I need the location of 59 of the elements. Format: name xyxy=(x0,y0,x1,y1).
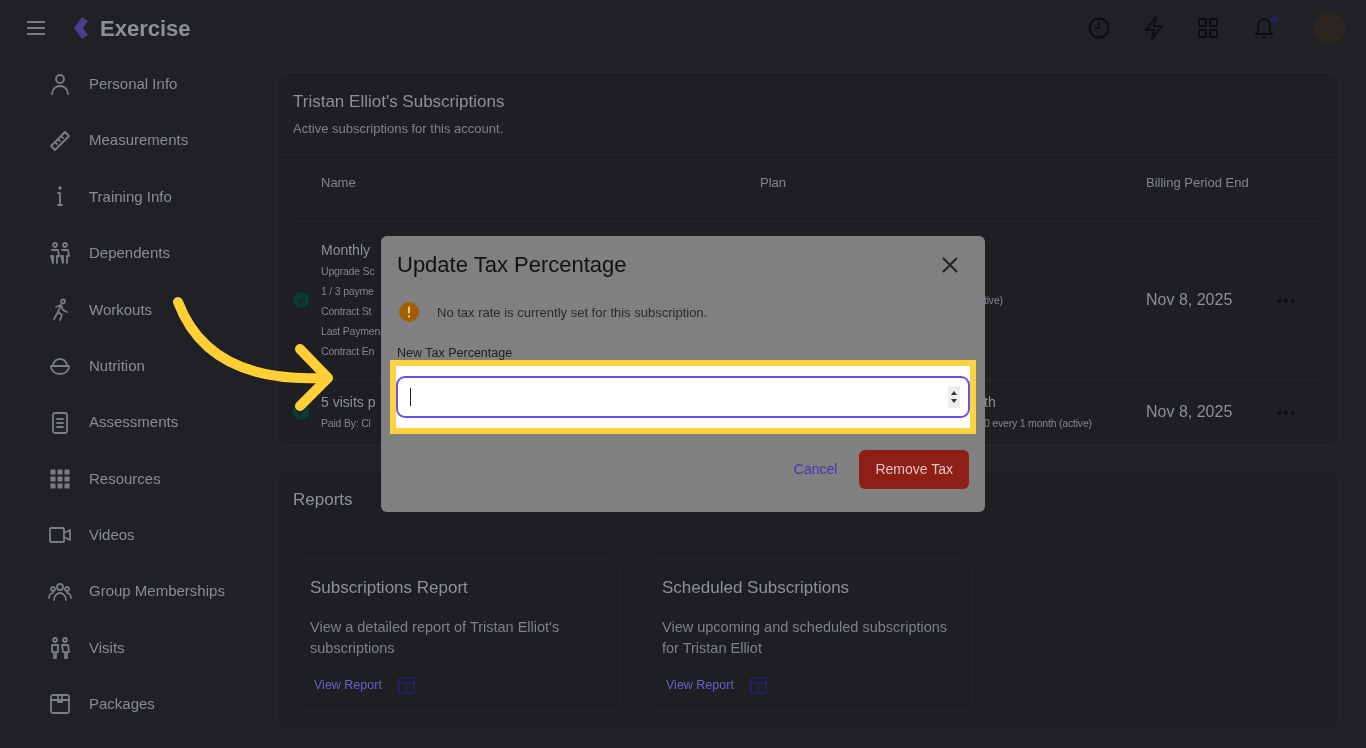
table-icon xyxy=(749,676,767,694)
box-icon xyxy=(48,692,72,717)
sidebar-item[interactable]: Personal Info xyxy=(89,72,178,96)
info-icon xyxy=(57,186,63,208)
dots-grid-icon xyxy=(48,466,72,491)
ruler-icon xyxy=(48,128,72,153)
plan-detail: tive) xyxy=(984,293,1004,308)
two-people-icon xyxy=(48,636,72,661)
spinner-icon[interactable] xyxy=(948,386,960,409)
check-circle-icon xyxy=(293,404,309,420)
app-name: Exercise xyxy=(100,14,191,43)
sidebar-item[interactable]: Group Memberships xyxy=(89,580,225,603)
bell-icon[interactable] xyxy=(1252,15,1280,41)
check-circle-icon xyxy=(293,292,309,308)
subscription-detail: 1 / 3 payme xyxy=(321,283,375,299)
panel-title: Reports xyxy=(293,488,354,511)
panel-subtitle: Active subscriptions for this account. xyxy=(293,119,505,138)
card-description: View upcoming and scheduled subscriptions for Tristan Elliot xyxy=(662,617,949,659)
view-report-link[interactable]: View Report xyxy=(666,676,734,695)
warning-icon xyxy=(399,302,419,323)
subscription-name: 5 visits p xyxy=(321,392,377,412)
subscription-detail: Upgrade Sc xyxy=(321,263,376,279)
subscription-detail: Paid By: Cl xyxy=(321,415,372,431)
notice-text: No tax rate is currently set for this subscription. xyxy=(437,303,708,322)
panel-title: Tristan Elliot's Subscriptions xyxy=(293,91,506,113)
text-cursor xyxy=(410,388,411,407)
sidebar-item[interactable]: Videos xyxy=(89,524,135,547)
sidebar-item[interactable]: Packages xyxy=(89,693,155,716)
two-people-icon xyxy=(48,241,72,266)
card-description: View a detailed report of Tristan Elliot's subscriptions xyxy=(310,617,561,659)
table-icon xyxy=(397,676,415,694)
view-report-link[interactable]: View Report xyxy=(314,676,382,695)
sidebar-item[interactable]: Dependents xyxy=(89,242,170,265)
sidebar-item[interactable]: Assessments xyxy=(89,411,179,434)
remove-tax-button[interactable]: Remove Tax xyxy=(859,450,969,490)
card-title: Subscriptions Report xyxy=(310,577,469,599)
billing-date: Nov 8, 2025 xyxy=(1146,290,1234,310)
column-header: Plan xyxy=(760,174,788,192)
menu-icon[interactable] xyxy=(26,20,46,36)
field-label: New Tax Percentage xyxy=(397,346,514,361)
card-title: Scheduled Subscriptions xyxy=(662,577,851,599)
sidebar-item[interactable]: Measurements xyxy=(89,129,189,152)
person-icon xyxy=(48,72,72,97)
sidebar-item[interactable]: Resources xyxy=(89,467,161,491)
tax-percentage-field[interactable] xyxy=(396,376,970,419)
modal-title: Update Tax Percentage xyxy=(397,252,627,279)
subscription-detail: Contract En xyxy=(321,343,376,359)
subscription-name: Monthly xyxy=(321,240,372,260)
subscription-detail: Last Paymen xyxy=(321,323,382,339)
subscription-detail: Contract St xyxy=(321,303,373,319)
sidebar-item[interactable]: Visits xyxy=(89,636,125,660)
plan-name: th xyxy=(984,392,997,412)
column-header: Billing Period End xyxy=(1146,174,1250,192)
column-header: Name xyxy=(321,174,357,192)
sidebar-item[interactable]: Training Info xyxy=(89,185,172,209)
sidebar-item[interactable]: Workouts xyxy=(89,298,153,321)
billing-date: Nov 8, 2025 xyxy=(1146,402,1234,422)
close-icon[interactable] xyxy=(941,256,959,275)
sidebar-item[interactable]: Nutrition xyxy=(89,354,145,378)
